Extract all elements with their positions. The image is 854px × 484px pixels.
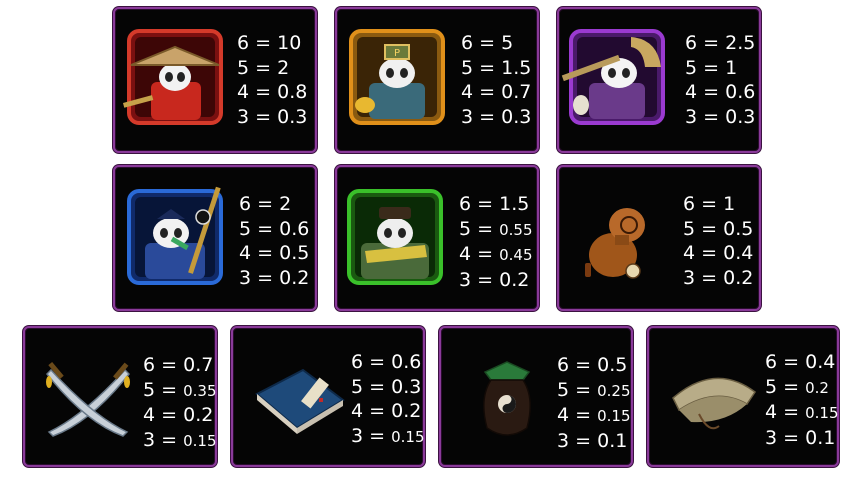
pay-row: 6 = 1.5 — [459, 193, 530, 215]
paytable-values: 6 = 2.5 5 = 1 4 = 0.6 3 = 0.3 — [685, 31, 755, 129]
pay-row: 5 = 0.3 — [351, 375, 422, 398]
paytable-card-panda-merchant: P 6 = 5 5 = 1.5 4 = 0.7 3 = 0.3 — [335, 7, 539, 153]
pay-row: 6 = 10 — [237, 32, 302, 54]
pay-row: 4 = 0.4 — [683, 242, 754, 264]
pay-row: 5 = 1 — [685, 56, 738, 79]
book-icon — [255, 368, 345, 434]
paytable-values: 6 = 0.6 5 = 0.3 4 = 0.2 3 = 0.15 — [351, 350, 425, 449]
paytable-card-wine-jar: 6 = 0.5 5 = 0.25 4 = 0.15 3 = 0.1 — [439, 326, 633, 467]
pay-row: 5 = 2 — [237, 56, 290, 79]
pay-row: 5 = 1.5 — [461, 56, 532, 79]
paytable-card-panda-scholar: 6 = 2 5 = 0.6 4 = 0.5 3 = 0.2 — [113, 165, 317, 311]
paytable-card-panda-samurai: 6 = 10 5 = 2 4 = 0.8 3 = 0.3 — [113, 7, 317, 153]
pay-row: 6 = 2.5 — [685, 32, 756, 54]
pay-row: 6 = 0.4 — [765, 351, 836, 373]
pay-row: 6 = 0.5 — [557, 354, 628, 376]
pay-row: 6 = 1 — [683, 193, 736, 215]
pay-row: 5 = 0.35 — [143, 378, 217, 401]
paytable-card-crossed-swords: 6 = 0.7 5 = 0.35 4 = 0.2 3 = 0.15 — [23, 326, 217, 467]
wine-jar-icon — [483, 361, 531, 436]
pay-row: 4 = 0.2 — [351, 400, 422, 422]
pay-row: 3 = 0.15 — [143, 428, 217, 451]
paytable-values: 6 = 1 5 = 0.5 4 = 0.4 3 = 0.2 — [683, 192, 753, 290]
pay-row: 3 = 0.3 — [685, 105, 756, 128]
paytable-card-book: 6 = 0.6 5 = 0.3 4 = 0.2 3 = 0.15 — [231, 326, 425, 467]
pay-row: 6 = 5 — [461, 32, 514, 54]
pay-row: 6 = 0.7 — [143, 354, 214, 376]
paytable-values: 6 = 2 5 = 0.6 4 = 0.5 3 = 0.2 — [239, 192, 309, 290]
paytable-values: 6 = 0.4 5 = 0.2 4 = 0.15 3 = 0.1 — [765, 350, 839, 450]
paytable-card-straw-hat: 6 = 0.4 5 = 0.2 4 = 0.15 3 = 0.1 — [647, 326, 839, 467]
pay-row: 4 = 0.45 — [459, 243, 533, 265]
panda-scholar-icon — [127, 186, 223, 285]
paytable-card-gourd: 6 = 1 5 = 0.5 4 = 0.4 3 = 0.2 — [557, 165, 761, 311]
panda-samurai-icon — [122, 29, 223, 125]
pay-row: 3 = 0.2 — [683, 266, 754, 289]
pay-row: 5 = 0.55 — [459, 217, 533, 240]
paytable-card-panda-monk: 6 = 2.5 5 = 1 4 = 0.6 3 = 0.3 — [557, 7, 761, 153]
panda-merchant-icon: P — [349, 29, 445, 125]
paytable-values: 6 = 0.5 5 = 0.25 4 = 0.15 3 = 0.1 — [557, 353, 631, 453]
pay-row: 4 = 0.5 — [239, 242, 310, 264]
pay-row: 6 = 2 — [239, 193, 292, 215]
pay-row: 3 = 0.15 — [351, 424, 425, 447]
pay-row: 3 = 0.3 — [237, 105, 308, 128]
pay-row: 3 = 0.1 — [765, 426, 836, 449]
pay-row: 4 = 0.8 — [237, 81, 308, 103]
pay-row: 4 = 0.6 — [685, 81, 756, 103]
paytable-values: 6 = 0.7 5 = 0.35 4 = 0.2 3 = 0.15 — [143, 353, 217, 453]
pay-row: 3 = 0.3 — [461, 105, 532, 128]
svg-text:P: P — [394, 48, 400, 59]
gourd-icon — [585, 208, 645, 279]
pay-row: 4 = 0.15 — [557, 404, 631, 426]
pay-row: 5 = 0.6 — [239, 217, 310, 240]
paytable-values: 6 = 10 5 = 2 4 = 0.8 3 = 0.3 — [237, 31, 307, 129]
pay-row: 4 = 0.15 — [765, 401, 839, 423]
pay-row: 4 = 0.7 — [461, 81, 532, 103]
paytable-card-panda-general: 6 = 1.5 5 = 0.55 4 = 0.45 3 = 0.2 — [335, 165, 539, 311]
paytable-values: 6 = 1.5 5 = 0.55 4 = 0.45 3 = 0.2 — [459, 192, 533, 292]
pay-row: 6 = 0.6 — [351, 351, 422, 373]
pay-row: 5 = 0.2 — [765, 375, 829, 398]
pay-row: 4 = 0.2 — [143, 404, 214, 426]
straw-hat-icon — [672, 377, 757, 430]
pay-row: 5 = 0.25 — [557, 378, 631, 401]
pay-row: 3 = 0.1 — [557, 429, 628, 452]
panda-general-icon — [347, 189, 443, 285]
pay-row: 5 = 0.5 — [683, 217, 754, 240]
panda-monk-icon — [561, 29, 665, 125]
pay-row: 3 = 0.2 — [239, 266, 310, 289]
pay-row: 3 = 0.2 — [459, 268, 530, 291]
paytable-values: 6 = 5 5 = 1.5 4 = 0.7 3 = 0.3 — [461, 31, 531, 129]
crossed-swords-icon — [45, 361, 131, 437]
